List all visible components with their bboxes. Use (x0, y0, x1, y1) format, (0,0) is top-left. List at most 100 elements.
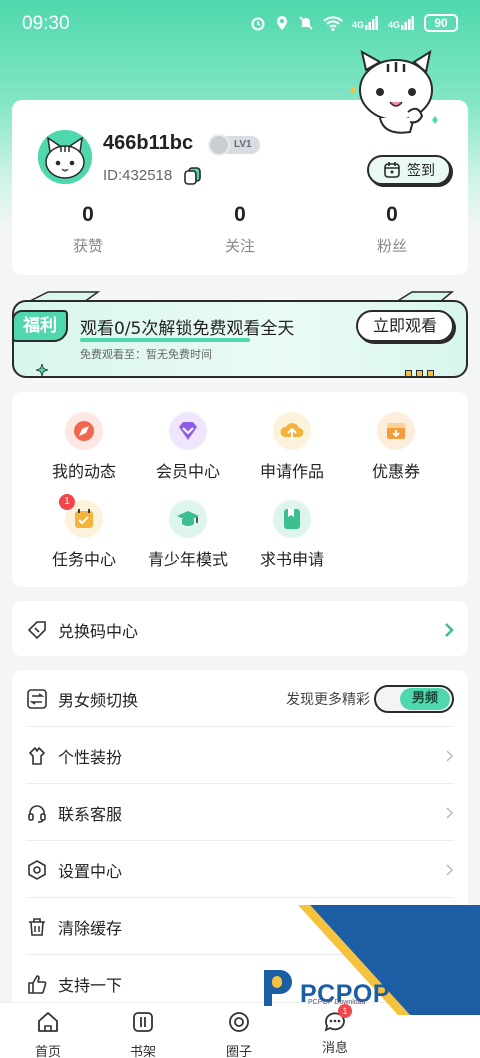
avatar[interactable] (38, 130, 92, 184)
bookshelf-icon (133, 1012, 153, 1032)
cat-avatar-icon (38, 130, 92, 184)
stat-followers[interactable]: 0 粉丝 (316, 203, 468, 256)
welfare-title: 观看0/5次解锁免费观看全天 (80, 319, 295, 339)
list-item-settings[interactable]: 设置中心 (12, 841, 468, 898)
welfare-banner[interactable]: 福利 观看0/5次解锁免费观看全天 免费观看至：暂无免费时间 立即观看 (12, 290, 468, 378)
level-icon (208, 134, 230, 156)
grid-label: 任务中心 (51, 550, 116, 569)
signin-button[interactable]: 签到 (367, 155, 451, 185)
redeem-label: 兑换码中心 (58, 621, 139, 641)
shirt-icon (29, 746, 45, 765)
toggle-value: 男频 (400, 687, 450, 710)
calendar-icon (384, 162, 400, 178)
cloud-upload-icon (273, 412, 311, 450)
banner-dots (405, 370, 434, 377)
compass-icon (65, 412, 103, 450)
grid-label: 优惠券 (371, 462, 420, 481)
signal-icon-1: 4G (352, 16, 379, 30)
feature-grid: 我的动态 会员中心 申请作品 优惠券 1 任务中心 青少年模式 求书申请 (12, 392, 468, 587)
watch-now-button[interactable]: 立即观看 (356, 310, 454, 342)
settings-list: 男女频切换 发现更多精彩 男频 个性装扮 联系客服 设置中心 清除缓存 支持一下 (12, 670, 468, 1010)
list-item-dress-up[interactable]: 个性装扮 (12, 727, 468, 784)
alarm-icon (251, 17, 265, 31)
copy-icon[interactable] (183, 166, 203, 186)
list-item-gender-switch[interactable]: 男女频切换 发现更多精彩 男频 (12, 670, 468, 727)
notification-badge: 1 (59, 494, 75, 510)
nav-item-messages[interactable]: 1 消息 (305, 1004, 365, 1056)
status-icons: 4G 4G 90 (250, 14, 458, 32)
watermark-logo-icon (264, 970, 292, 1006)
graduation-cap-icon (169, 500, 207, 538)
nav-item-home[interactable]: 首页 (18, 1009, 78, 1058)
nav-item-circle[interactable]: 圈子 (209, 1009, 269, 1058)
thumbs-up-icon (28, 974, 47, 994)
stats-row: 0 获赞 0 关注 0 粉丝 (12, 203, 468, 256)
stat-value: 0 (386, 203, 398, 226)
chevron-right-icon (446, 749, 454, 762)
status-bar: 09:30 4G 4G 90 (0, 0, 480, 48)
nav-label: 书架 (129, 1045, 156, 1058)
grid-item-task-center[interactable]: 1 任务中心 (34, 494, 134, 570)
star-icon (36, 364, 48, 376)
mute-icon (299, 16, 313, 30)
level-badge: LV1 (208, 134, 260, 156)
watermark-subtitle: PCPOP Download (308, 999, 366, 1006)
gender-toggle[interactable]: 男频 (374, 684, 454, 713)
grid-label: 青少年模式 (147, 550, 228, 569)
grid-item-vip-center[interactable]: 会员中心 (138, 412, 238, 482)
toggle-hint: 发现更多精彩 (286, 691, 370, 708)
stat-following[interactable]: 0 关注 (164, 203, 316, 256)
stat-likes[interactable]: 0 获赞 (12, 203, 164, 256)
switch-icon (27, 688, 47, 709)
list-item-label: 个性装扮 (58, 747, 123, 767)
stat-label: 粉丝 (376, 237, 407, 255)
grid-item-submit-work[interactable]: 申请作品 (242, 412, 342, 482)
stat-label: 获赞 (72, 237, 103, 255)
welfare-progress-bar (80, 338, 250, 342)
grid-item-coupons[interactable]: 优惠券 (346, 412, 446, 482)
message-icon: 1 (322, 1004, 352, 1035)
nav-label: 圈子 (225, 1045, 252, 1058)
coupon-icon (377, 412, 415, 450)
chevron-right-icon (445, 622, 454, 637)
grid-label: 会员中心 (155, 462, 220, 481)
bottom-nav: 首页 书架 圈子 1 消息 (0, 1002, 480, 1058)
grid-item-book-request[interactable]: 求书申请 (242, 500, 342, 570)
ticket-icon (27, 620, 46, 639)
welfare-tag: 福利 (12, 310, 68, 342)
chevron-right-icon (446, 863, 454, 876)
list-item-label: 设置中心 (58, 861, 123, 881)
stat-label: 关注 (224, 237, 255, 255)
list-item-label: 男女频切换 (58, 690, 139, 710)
signin-label: 签到 (407, 163, 435, 179)
list-item-customer-service[interactable]: 联系客服 (12, 784, 468, 841)
home-icon (38, 1012, 58, 1032)
battery-icon: 90 (424, 14, 458, 32)
redeem-code-row[interactable]: 兑换码中心 (12, 601, 468, 656)
signal-icon-2: 4G (388, 16, 415, 30)
circle-icon (229, 1012, 249, 1032)
cat-mascot-icon (350, 50, 438, 134)
nav-label: 消息 (321, 1041, 348, 1056)
chevron-right-icon (446, 806, 454, 819)
grid-item-my-posts[interactable]: 我的动态 (34, 412, 134, 482)
calendar-check-icon: 1 (59, 494, 103, 538)
welfare-subtitle: 免费观看至：暂无免费时间 (80, 348, 212, 361)
list-item-label: 清除缓存 (58, 918, 123, 938)
grid-item-teen-mode[interactable]: 青少年模式 (138, 500, 238, 570)
grid-label: 我的动态 (51, 462, 116, 481)
list-item-label: 联系客服 (58, 804, 123, 824)
book-icon (273, 500, 311, 538)
trash-icon (29, 917, 45, 936)
username: 466b11bc (103, 132, 194, 154)
stat-value: 0 (82, 203, 94, 226)
location-icon (276, 16, 287, 30)
diamond-icon (169, 412, 207, 450)
list-item-clear-cache[interactable]: 清除缓存 (12, 898, 468, 955)
stat-value: 0 (234, 203, 246, 226)
nav-item-bookshelf[interactable]: 书架 (113, 1009, 173, 1058)
nav-label: 首页 (34, 1045, 61, 1058)
grid-label: 申请作品 (259, 462, 324, 481)
wifi-icon (323, 16, 343, 31)
grid-label: 求书申请 (259, 550, 324, 569)
